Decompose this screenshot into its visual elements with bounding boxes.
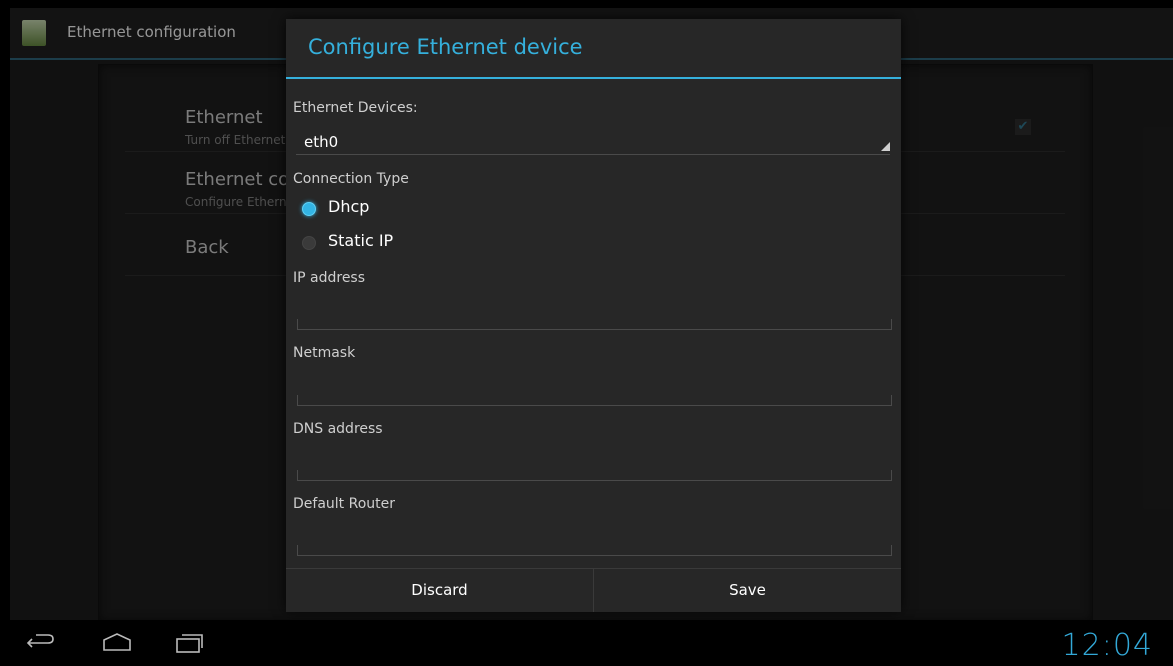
recent-apps-icon[interactable] (174, 630, 204, 656)
radio-selected-icon[interactable] (302, 202, 316, 216)
radio-label: Dhcp (328, 197, 370, 216)
save-button[interactable]: Save (594, 569, 901, 612)
home-icon[interactable] (102, 630, 132, 656)
back-icon[interactable] (26, 630, 56, 656)
dns-address-label: DNS address (293, 421, 383, 437)
netmask-label: Netmask (293, 345, 356, 361)
configure-ethernet-dialog: Configure Ethernet device Ethernet Devic… (286, 19, 901, 612)
connection-type-label: Connection Type (293, 171, 409, 187)
dropdown-arrow-icon (881, 142, 890, 151)
system-bar: 12:04 (0, 620, 1173, 666)
clock: 12:04 (1061, 628, 1153, 663)
devices-label: Ethernet Devices: (293, 100, 418, 116)
radio-label: Static IP (328, 231, 394, 250)
dialog-button-bar: Discard Save (286, 568, 901, 612)
title-divider (286, 77, 901, 79)
ip-address-input[interactable] (297, 319, 892, 330)
dialog-title: Configure Ethernet device (308, 35, 583, 59)
ip-address-label: IP address (293, 270, 366, 286)
radio-unselected-icon[interactable] (302, 236, 316, 250)
default-router-label: Default Router (293, 496, 395, 512)
device-spinner[interactable]: eth0 (296, 124, 890, 155)
default-router-input[interactable] (297, 545, 892, 556)
spinner-value: eth0 (304, 133, 339, 151)
discard-button[interactable]: Discard (286, 569, 594, 612)
netmask-input[interactable] (297, 395, 892, 406)
dns-address-input[interactable] (297, 470, 892, 481)
